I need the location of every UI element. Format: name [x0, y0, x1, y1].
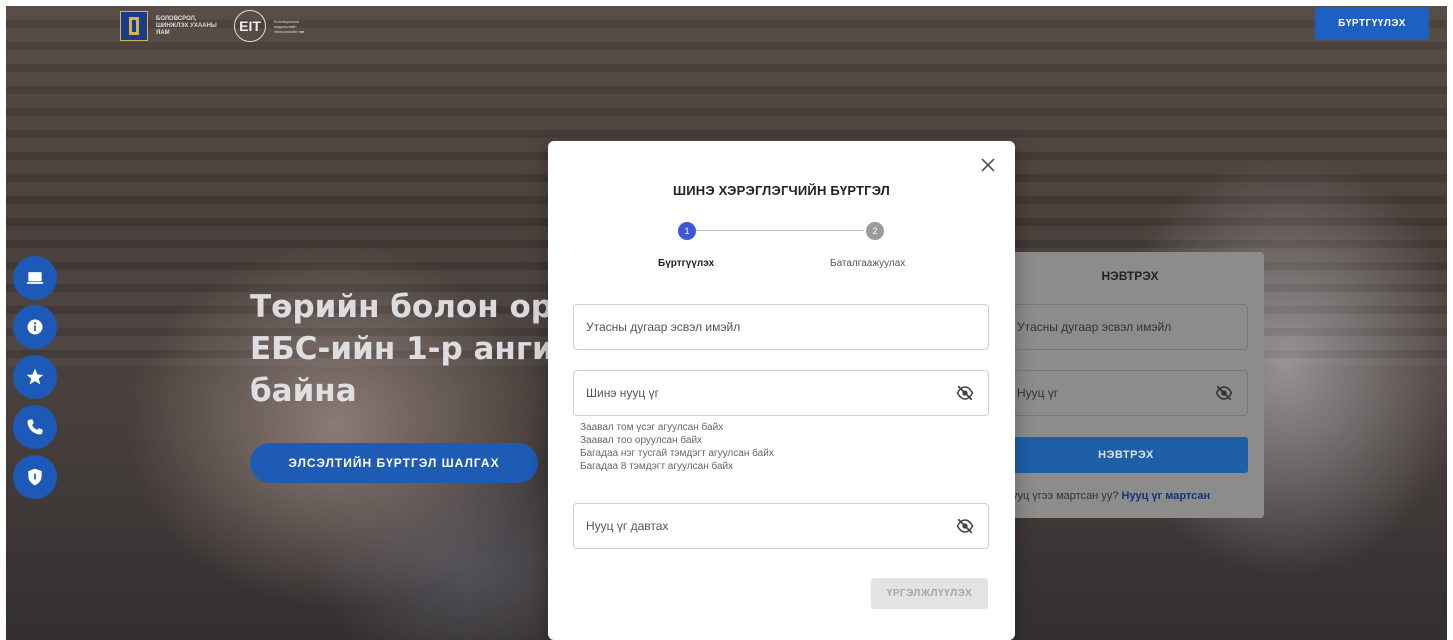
side-shield-button[interactable] [13, 455, 57, 499]
emblem-icon [120, 11, 148, 41]
close-icon [981, 157, 995, 172]
modal-title: ШИНЭ ХЭРЭГЛЭГЧИЙН БҮРТГЭЛ [672, 183, 891, 198]
forgot-password-link[interactable]: Нууц үг мартсан [1122, 490, 1211, 502]
password-requirements: Заавал том үсэг агуулсан байх Заавал тоо… [580, 421, 774, 473]
requirement-item: Заавал том үсэг агуулсан байх [580, 422, 724, 433]
page-background: Боловсрол, шинжлэх ухааны яам EIT Боловс… [6, 6, 1447, 640]
forgot-password-row: Нууц үгээ мартсан уу? Нууц үг мартсан [1004, 490, 1264, 502]
login-username-placeholder: Утасны дугаар эсвэл имэйл [1017, 320, 1172, 334]
side-laptop-button[interactable] [13, 256, 57, 300]
step-1-indicator: 1 [678, 222, 696, 240]
contact-input[interactable] [586, 320, 926, 334]
side-star-button[interactable] [13, 355, 57, 399]
logo-text: Боловсрол, шинжлэх ухааны яам [156, 15, 217, 36]
star-icon [26, 368, 44, 385]
login-card: НЭВТРЭХ Утасны дугаар эсвэл имэйл Нууц ү… [996, 252, 1264, 518]
login-title: НЭВТРЭХ [1101, 269, 1159, 283]
requirement-item: Багадаа нэг тусгай тэмдэгт агуулсан байх [580, 448, 774, 459]
new-password-field [573, 370, 989, 416]
ministry-logo[interactable]: Боловсрол, шинжлэх ухааны яам EIT Боловс… [120, 8, 314, 44]
stepper-connector [692, 230, 864, 231]
step-2-label: Баталгаажуулах [830, 258, 906, 269]
step-1-label: Бүртгүүлэх [658, 258, 715, 269]
login-username-input[interactable]: Утасны дугаар эсвэл имэйл [1004, 304, 1248, 350]
login-password-input[interactable]: Нууц үг [1004, 370, 1248, 416]
registration-modal: ШИНЭ ХЭРЭГЛЭГЧИЙН БҮРТГЭЛ 1 2 Бүртгүүлэх… [548, 141, 1015, 640]
hero-line-3: байна [250, 373, 357, 409]
hero-line-2: ЕБС-ийн 1-р анги [250, 331, 554, 367]
login-password-placeholder: Нууц үг [1017, 386, 1059, 400]
hero-headline: Төрийн болон ор ЕБС-ийн 1-р анги байна [250, 286, 554, 412]
laptop-icon [26, 272, 44, 284]
hero-line-1: Төрийн болон ор [250, 289, 553, 325]
eye-off-icon[interactable] [956, 385, 974, 401]
eye-off-icon[interactable] [956, 518, 974, 534]
step-2-indicator: 2 [866, 222, 884, 240]
confirm-password-input[interactable] [586, 519, 926, 533]
continue-button[interactable]: ҮРГЭЛЖЛҮҮЛЭХ [871, 578, 988, 609]
check-admission-button[interactable]: ЭЛСЭЛТИЙН БҮРТГЭЛ ШАЛГАХ [250, 443, 538, 483]
eye-off-icon[interactable] [1215, 385, 1233, 401]
close-button[interactable] [978, 156, 998, 176]
login-button[interactable]: НЭВТРЭХ [1004, 437, 1248, 473]
side-info-button[interactable] [13, 305, 57, 349]
new-password-input[interactable] [586, 386, 926, 400]
register-button[interactable]: БҮРТГҮҮЛЭХ [1315, 7, 1429, 40]
eit-logo-text: Боловсролын мэдээллийн технологийн төв [274, 18, 305, 34]
phone-icon [27, 419, 43, 435]
confirm-password-field [573, 503, 989, 549]
eit-logo: EIT [234, 10, 266, 42]
side-phone-button[interactable] [13, 405, 57, 449]
requirement-item: Багадаа 8 тэмдэгт агуулсан байх [580, 461, 734, 472]
info-icon [27, 319, 43, 335]
contact-field [573, 304, 989, 350]
requirement-item: Заавал тоо оруулсан байх [580, 435, 703, 446]
forgot-password-text: Нууц үгээ мартсан уу? [1004, 490, 1119, 502]
shield-icon [28, 468, 42, 486]
